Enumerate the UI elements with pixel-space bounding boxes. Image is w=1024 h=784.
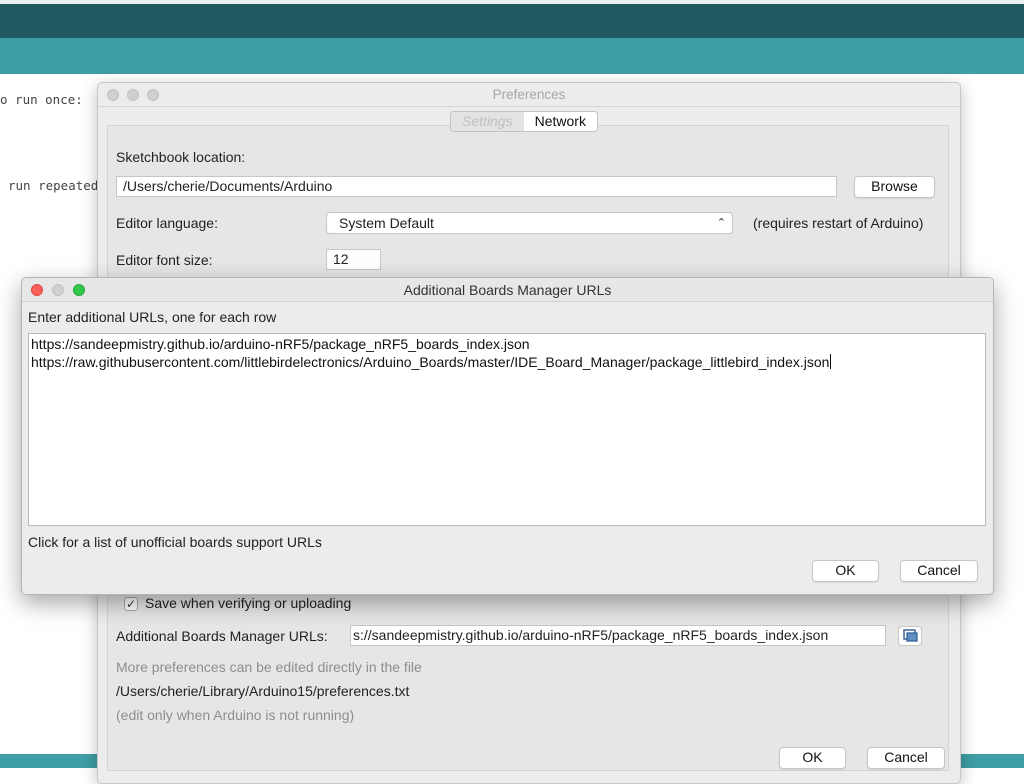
open-urls-window-button[interactable] xyxy=(898,626,922,646)
url-row-text: https://raw.githubusercontent.com/little… xyxy=(31,353,830,370)
preferences-file-path: /Users/cherie/Library/Arduino15/preferen… xyxy=(116,683,410,699)
tab-settings[interactable]: Settings xyxy=(451,112,524,131)
boards-urls-title-bar: Additional Boards Manager URLs xyxy=(22,278,993,302)
editor-font-size-label: Editor font size: xyxy=(116,252,213,268)
urls-cancel-button[interactable]: Cancel xyxy=(900,560,978,582)
chevron-updown-icon: ⌃ xyxy=(716,217,726,229)
preferences-ok-button[interactable]: OK xyxy=(779,747,846,769)
boards-urls-field[interactable]: s://sandeepmistry.github.io/arduino-nRF5… xyxy=(350,625,886,646)
windows-icon xyxy=(903,629,918,642)
save-when-verifying-label: Save when verifying or uploading xyxy=(145,595,352,611)
urls-instruction: Enter additional URLs, one for each row xyxy=(28,309,277,325)
editor-language-value: System Default xyxy=(339,215,434,231)
preferences-title: Preferences xyxy=(492,87,566,102)
url-row: https://sandeepmistry.github.io/arduino-… xyxy=(31,336,530,352)
ide-toolbar xyxy=(0,38,1024,74)
url-row: https://raw.githubusercontent.com/little… xyxy=(31,353,983,372)
editor-language-select[interactable]: System Default ⌃ xyxy=(326,212,733,234)
sketchbook-location-label: Sketchbook location: xyxy=(116,149,246,165)
unofficial-boards-link[interactable]: Click for a list of unofficial boards su… xyxy=(28,534,322,550)
ide-title-bar xyxy=(0,0,1024,38)
text-caret xyxy=(830,353,832,369)
save-when-verifying-checkbox[interactable]: ✓ xyxy=(124,597,138,611)
urls-textarea[interactable]: https://sandeepmistry.github.io/arduino-… xyxy=(28,333,986,526)
preferences-title-bar: Preferences xyxy=(98,83,960,107)
tab-network[interactable]: Network xyxy=(523,112,597,131)
language-restart-note: (requires restart of Arduino) xyxy=(753,215,924,231)
editor-language-label: Editor language: xyxy=(116,215,218,231)
browse-button[interactable]: Browse xyxy=(854,176,935,198)
boards-urls-dialog-title: Additional Boards Manager URLs xyxy=(403,282,612,298)
boards-urls-dialog: Additional Boards Manager URLs Enter add… xyxy=(21,277,994,595)
preferences-cancel-button[interactable]: Cancel xyxy=(867,747,945,769)
urls-ok-button[interactable]: OK xyxy=(812,560,879,582)
editor-font-size-field[interactable]: 12 xyxy=(326,249,381,270)
more-preferences-note: More preferences can be edited directly … xyxy=(116,659,422,675)
code-line: run repeated xyxy=(8,178,99,193)
sketchbook-location-field[interactable]: /Users/cherie/Documents/Arduino xyxy=(116,176,837,197)
edit-only-note: (edit only when Arduino is not running) xyxy=(116,707,355,723)
boards-urls-label: Additional Boards Manager URLs: xyxy=(116,628,328,644)
preferences-tabs: Settings Network xyxy=(450,111,598,132)
code-line: o run once: xyxy=(0,92,83,107)
